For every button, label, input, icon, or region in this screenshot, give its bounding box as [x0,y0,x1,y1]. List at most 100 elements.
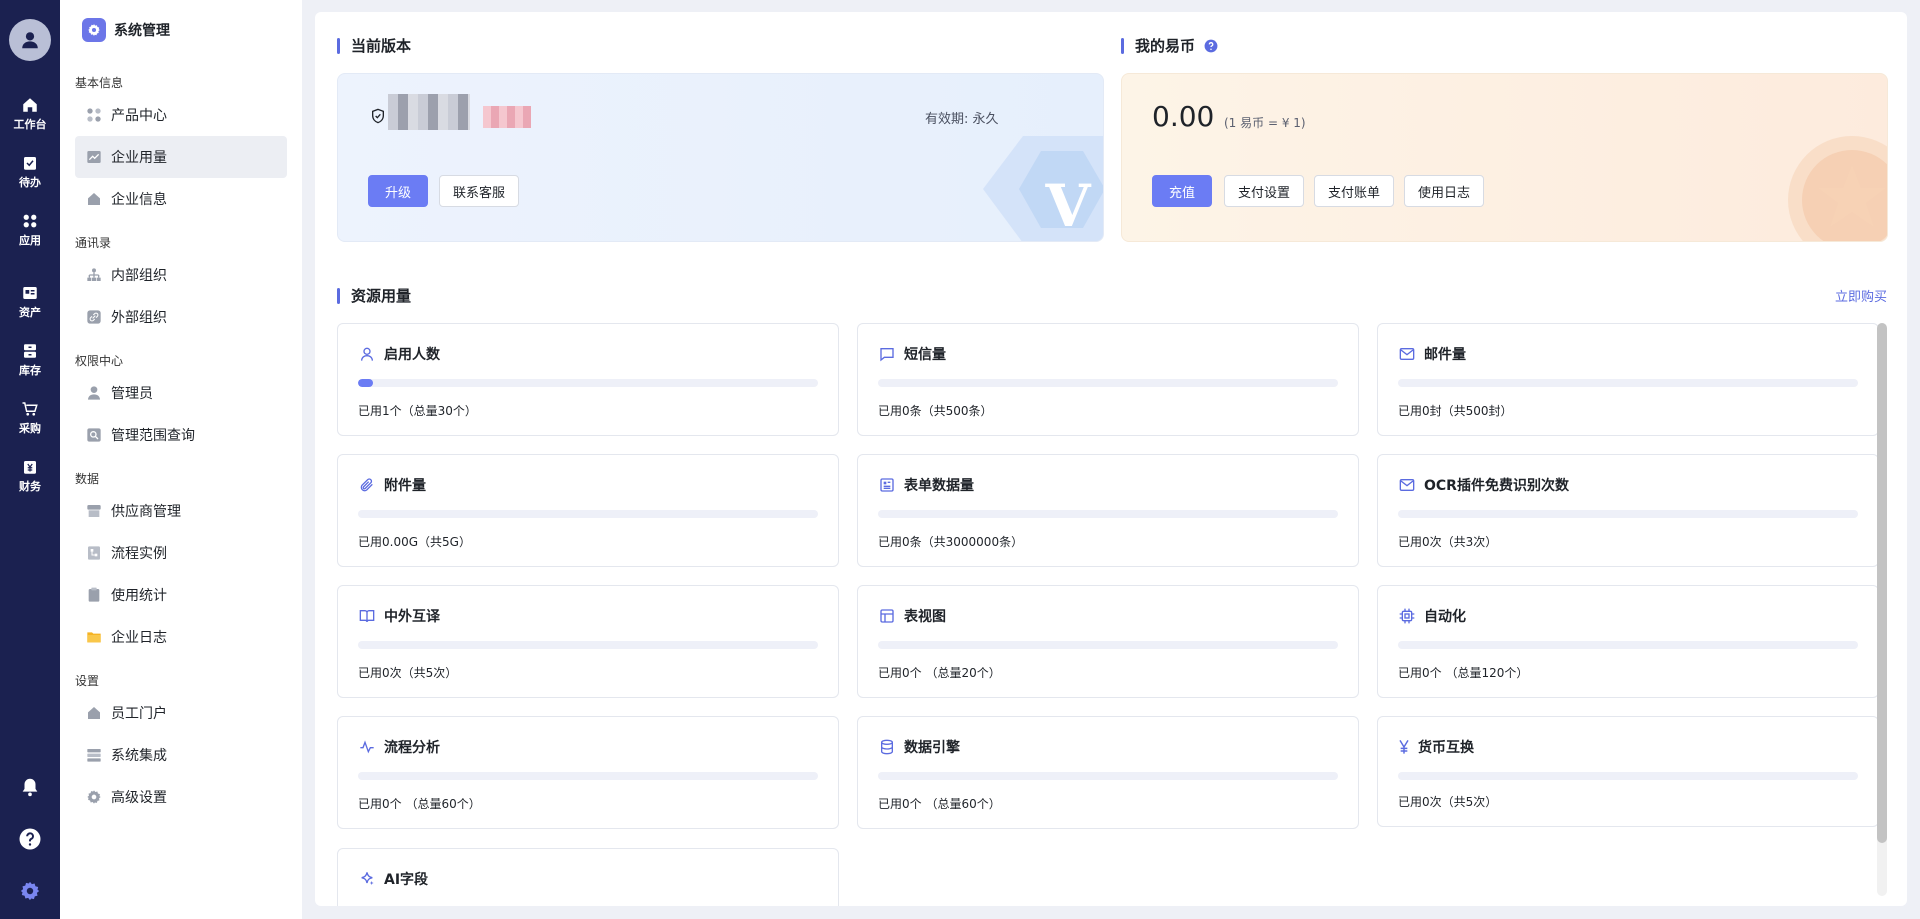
version-name-masked [388,94,470,130]
usage-text: 已用0.00G（共5G） [358,535,471,549]
sidebar-item-process-instance[interactable]: 流程实例 [75,532,287,574]
notification-bell-button[interactable] [14,771,46,803]
sidebar-item-admins[interactable]: 管理员 [75,372,287,414]
help-circle-icon[interactable] [1204,39,1218,53]
sidebar-item-internal-org[interactable]: 内部组织 [75,254,287,296]
rail-item-label: 采购 [19,422,41,435]
rail-item-apps[interactable]: 应用 [0,201,60,259]
sidebar-item-usage-stats[interactable]: 使用统计 [75,574,287,616]
usage-progress-bar [358,641,818,649]
resource-card-ocr: OCR插件免费识别次数 已用0次（共3次） [1377,454,1879,567]
message-icon [878,345,896,363]
sidebar-item-advanced[interactable]: 高级设置 [75,776,287,818]
usage-progress-bar [1398,641,1858,649]
home-icon [23,98,37,112]
sidebar-item-product-center[interactable]: 产品中心 [75,94,287,136]
resource-name: 启用人数 [384,347,440,363]
resource-card-ai-field: AI字段 [337,848,839,906]
group-title-contacts: 通讯录 [75,236,112,250]
help-button[interactable] [14,823,46,855]
resource-card-translation: 中外互译 已用0次（共5次） [337,585,839,698]
usage-progress-bar [1398,510,1858,518]
resource-usage-title: 资源用量 [337,286,411,306]
resource-name: 数据引擎 [904,740,960,756]
my-coins-title-text: 我的易币 [1135,37,1196,55]
user-icon [358,345,376,363]
resource-card-email: 邮件量 已用0封（共500封） [1377,323,1879,436]
sidebar-item-label: 企业日志 [111,630,167,646]
sidebar-item-employee-portal[interactable]: 员工门户 [75,692,287,734]
sidebar-title: 系统管理 [114,23,170,39]
sparkle-icon [358,870,376,888]
resource-name: 短信量 [904,347,946,363]
sidebar-item-integration[interactable]: 系统集成 [75,734,287,776]
rail-item-finance[interactable]: 财务 [0,447,60,505]
usage-progress-bar [358,772,818,780]
resource-card-process-analysis: 流程分析 已用0个 （总量60个） [337,716,839,829]
recharge-button[interactable]: 充值 [1152,175,1212,207]
payment-bills-button[interactable]: 支付账单 [1314,175,1394,207]
rail-item-workbench[interactable]: 工作台 [0,85,60,143]
usage-progress-bar [878,510,1338,518]
my-coins-title: 我的易币 [1121,36,1218,56]
resource-name: 流程分析 [384,740,440,756]
payment-settings-button[interactable]: 支付设置 [1224,175,1304,207]
store-icon [85,502,103,520]
watermark-letter: V [1044,172,1091,240]
settings-button[interactable] [14,875,46,907]
finance-icon [24,461,36,474]
scrollbar-thumb[interactable] [1877,323,1887,843]
main-panel: 当前版本 有效期: 永久 升级 联系客服 V 我的易币 0.00 (1 易币 =… [315,12,1907,906]
sidebar-item-label: 流程实例 [111,546,167,562]
chart-icon [85,148,103,166]
resource-card-form-data: 表单数据量 已用0条（共3000000条） [857,454,1359,567]
sidebar-item-supplier[interactable]: 供应商管理 [75,490,287,532]
sidebar-item-enterprise-log[interactable]: 企业日志 [75,616,287,658]
rail-item-inventory[interactable]: 库存 [0,331,60,389]
rail-item-purchase[interactable]: 采购 [0,389,60,447]
grid-icon [85,106,103,124]
sidebar-item-label: 企业信息 [111,192,167,208]
mail-icon [1398,476,1416,494]
sidebar-item-scope-query[interactable]: 管理范围查询 [75,414,287,456]
usage-text: 已用0次（共3次） [1398,535,1498,549]
resource-name: 自动化 [1424,609,1466,625]
user-avatar-icon [22,32,38,49]
table-icon [878,607,896,625]
rail-item-label: 财务 [19,480,41,493]
form-icon [878,476,896,494]
avatar[interactable] [9,19,51,61]
sidebar-item-external-org[interactable]: 外部组织 [75,296,287,338]
usage-progress-fill [358,379,374,387]
resource-card-sms: 短信量 已用0条（共500条） [857,323,1359,436]
buy-now-link[interactable]: 立即购买 [1835,286,1887,305]
usage-text: 已用0条（共3000000条） [878,535,1024,549]
usage-text: 已用0条（共500条） [878,404,993,418]
admin-user-icon [85,384,103,402]
resource-name: 表单数据量 [904,478,974,494]
resource-card-active-users: 启用人数 已用1个（总量30个） [337,323,839,436]
sidebar-item-label: 高级设置 [111,790,167,806]
upgrade-button[interactable]: 升级 [368,175,428,207]
rail-item-assets[interactable]: 资产 [0,273,60,331]
usage-log-button[interactable]: 使用日志 [1404,175,1484,207]
sidebar-item-enterprise-usage[interactable]: 企业用量 [75,136,287,178]
rail-item-label: 待办 [19,176,41,189]
usage-progress-bar [1398,772,1858,780]
assets-icon [23,287,37,299]
database-icon [878,738,896,756]
sidebar-item-label: 管理员 [111,386,153,402]
book-icon [358,607,376,625]
resource-scrollbar[interactable] [1877,323,1887,896]
building-icon [85,190,103,208]
usage-text: 已用0个 （总量20个） [878,666,1001,680]
rail-item-label: 库存 [19,364,41,377]
rail-item-todo[interactable]: 待办 [0,143,60,201]
apps-icon [23,214,37,228]
sidebar-item-enterprise-info[interactable]: 企业信息 [75,178,287,220]
coin-balance: 0.00 [1152,100,1215,133]
usage-progress-bar [1398,379,1858,387]
contact-support-button[interactable]: 联系客服 [439,175,519,207]
resource-card-currency-exchange: 货币互换 已用0次（共5次） [1377,716,1879,827]
resource-name: 邮件量 [1424,347,1466,363]
